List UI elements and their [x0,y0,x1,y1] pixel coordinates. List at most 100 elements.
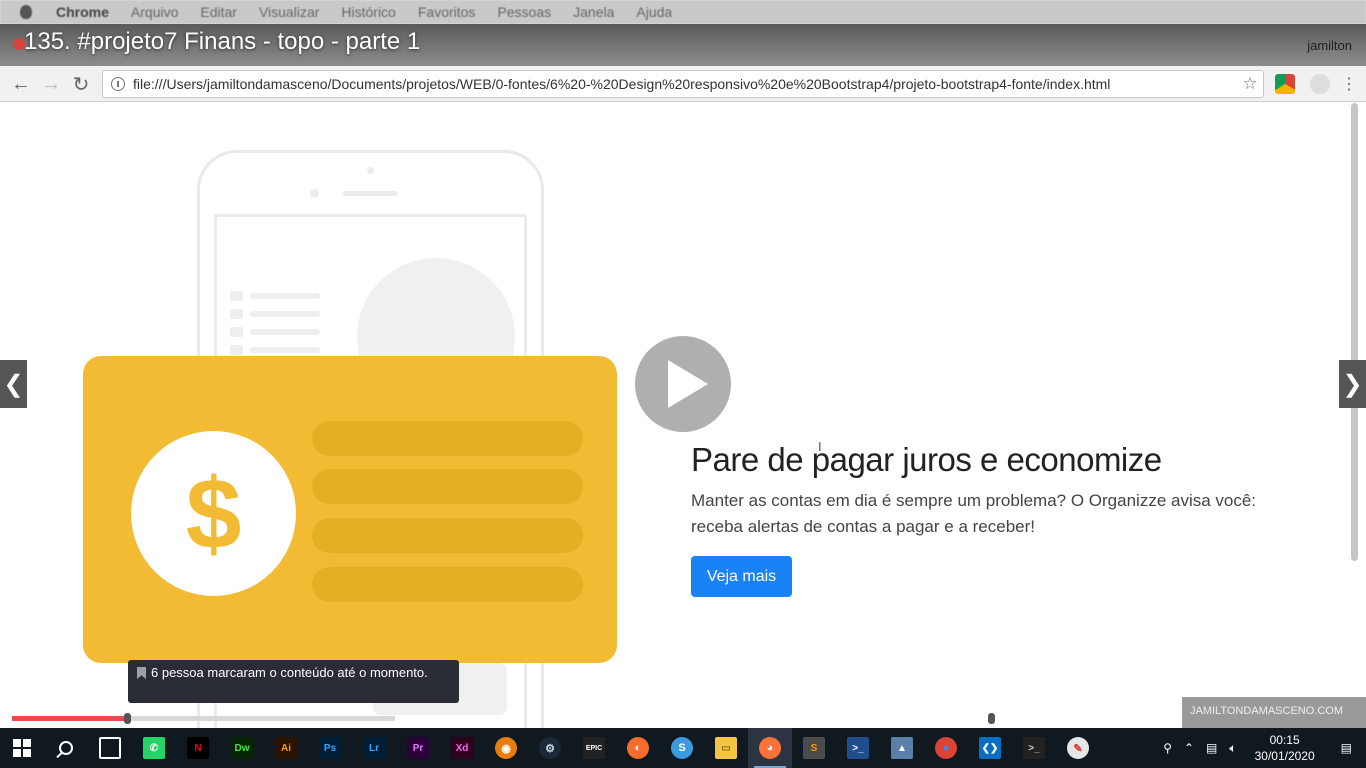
taskbar-app[interactable]: ◐ [616,728,660,768]
taskbar-app[interactable]: ✎ [1056,728,1100,768]
phone-list-line [250,293,320,299]
system-tray: ⚲ ⌃ ▤ 🔈︎ 00:15 30/01/2020 ▤ [1157,728,1366,768]
taskbar-clock[interactable]: 00:15 30/01/2020 [1243,732,1327,764]
clock-time: 00:15 [1269,733,1300,747]
dollar-coin-icon: $ [131,431,296,596]
taskbar-app[interactable] [88,728,132,768]
clock-date: 30/01/2020 [1254,749,1315,763]
lightroom-icon: Lr [363,737,385,759]
phone-list-line [250,329,320,335]
taskbar-app[interactable]: ⚙ [528,728,572,768]
taskbar-app[interactable]: Xd [440,728,484,768]
taskbar-app[interactable]: Ps [308,728,352,768]
steam-icon: ⚙ [539,737,561,759]
dollar-symbol: $ [185,457,242,570]
card-line [312,567,583,602]
taskbar-app[interactable]: S [792,728,836,768]
simplenote-icon: S [671,737,693,759]
hero-headline: Pare de pagar juros e economize [691,441,1162,478]
windows-taskbar: ✆ N Dw Ai Ps Lr Pr Xd ◉ ⚙ EPIC ◐ S ▭ ◕ S >_ ▲ ● ❮❯ >_ ✎ ⚲ ⌃ ▤… [0,728,1366,768]
taskbar-app[interactable]: ❮❯ [968,728,1012,768]
address-bar[interactable]: file:///Users/jamiltondamasceno/Document… [102,70,1264,98]
vscode-icon: ❮❯ [979,737,1001,759]
phone-list-bullet [230,327,243,337]
mac-menu-item: Ajuda [636,4,673,20]
notifications-icon[interactable]: ▤ [1327,728,1366,768]
progress-handle[interactable] [124,713,131,724]
hero-description: Manter as contas em dia é sempre um prob… [691,491,1257,536]
video-player-screen: Chrome Arquivo Editar Visualizar Históri… [0,0,1366,768]
monitor-icon: ▲ [891,737,913,759]
video-progress-bar[interactable] [12,716,395,721]
video-title: 135. #projeto7 Finans - topo - parte 1 [24,28,421,55]
next-arrow-icon[interactable]: ❯ [1339,360,1366,408]
mac-menu-item: Favoritos [417,4,476,20]
taskbar-app[interactable]: S [660,728,704,768]
firefox-icon: ◕ [759,737,781,759]
chrome-icon: ● [935,737,957,759]
file-explorer-icon: ▭ [715,737,737,759]
bookmark-tooltip: 6 pessoa marcaram o conteúdo até o momen… [128,660,459,703]
start-button[interactable] [0,728,44,768]
taskbar-app[interactable]: ▲ [880,728,924,768]
network-icon[interactable]: ▤ [1200,728,1223,768]
taskbar-app[interactable]: ◕ [748,728,792,768]
info-icon[interactable] [111,77,125,91]
search-button[interactable] [44,728,88,768]
illustrator-icon: Ai [275,737,297,759]
phone-list-line [250,347,320,353]
bookmark-tooltip-text: 6 pessoa marcaram o conteúdo até o momen… [151,665,428,680]
bookmark-icon [137,667,146,679]
terminal-icon: >_ [1023,737,1045,759]
taskbar-app[interactable]: Dw [220,728,264,768]
phone-speaker-icon [343,191,398,196]
extension-icon[interactable] [1275,74,1295,94]
search-icon [59,741,73,755]
taskbar-app[interactable]: EPIC [572,728,616,768]
taskbar-app[interactable]: ● [924,728,968,768]
chevron-up-icon[interactable]: ⌃ [1178,728,1200,768]
play-button[interactable] [635,336,731,432]
previous-arrow-icon[interactable]: ❮ [0,360,27,408]
veja-mais-button[interactable]: Veja mais [691,556,792,597]
page-scrollbar[interactable] [1351,103,1358,561]
taskbar-app[interactable]: N [176,728,220,768]
taskbar-app[interactable]: >_ [836,728,880,768]
browser-toolbar: ← → ↻ file:///Users/jamiltondamasceno/Do… [0,66,1366,102]
people-icon[interactable]: ⚲ [1157,728,1178,768]
dreamweaver-icon: Dw [231,737,253,759]
taskbar-app[interactable]: Pr [396,728,440,768]
url-text[interactable]: file:///Users/jamiltondamasceno/Document… [133,76,1237,92]
taskbar-app[interactable]: Lr [352,728,396,768]
mac-menu-item: Visualizar [258,4,320,20]
store-icon [99,737,121,759]
browser-profile-name[interactable]: jamilton [1307,38,1352,53]
card-line [312,518,583,553]
apple-logo-icon [20,5,32,19]
text-cursor-icon: I [818,439,822,454]
back-arrow-icon[interactable]: ← [10,73,32,95]
extension-icon[interactable] [1310,74,1330,94]
volume-handle[interactable] [988,713,995,724]
forward-arrow-icon[interactable]: → [40,73,62,95]
taskbar-app[interactable]: ◉ [484,728,528,768]
bookmark-star-icon[interactable]: ☆ [1237,74,1263,94]
taskbar-app[interactable]: Ai [264,728,308,768]
xd-icon: Xd [451,737,473,759]
volume-icon[interactable]: 🔈︎ [1223,728,1242,768]
menu-dots-icon[interactable]: ⋮ [1338,73,1360,95]
powershell-icon: >_ [847,737,869,759]
sublime-icon: S [803,737,825,759]
card-line [312,469,583,504]
netflix-icon: N [187,737,209,759]
mac-menu-app: Chrome [56,4,109,20]
taskbar-app[interactable]: >_ [1012,728,1056,768]
epic-games-icon: EPIC [583,737,605,759]
taskbar-app[interactable]: ▭ [704,728,748,768]
mac-menu-item: Janela [573,4,615,20]
phone-camera-icon [310,189,319,198]
premiere-icon: Pr [407,737,429,759]
taskbar-app[interactable]: ✆ [132,728,176,768]
origin-icon: ◐ [627,737,649,759]
reload-icon[interactable]: ↻ [70,73,92,96]
